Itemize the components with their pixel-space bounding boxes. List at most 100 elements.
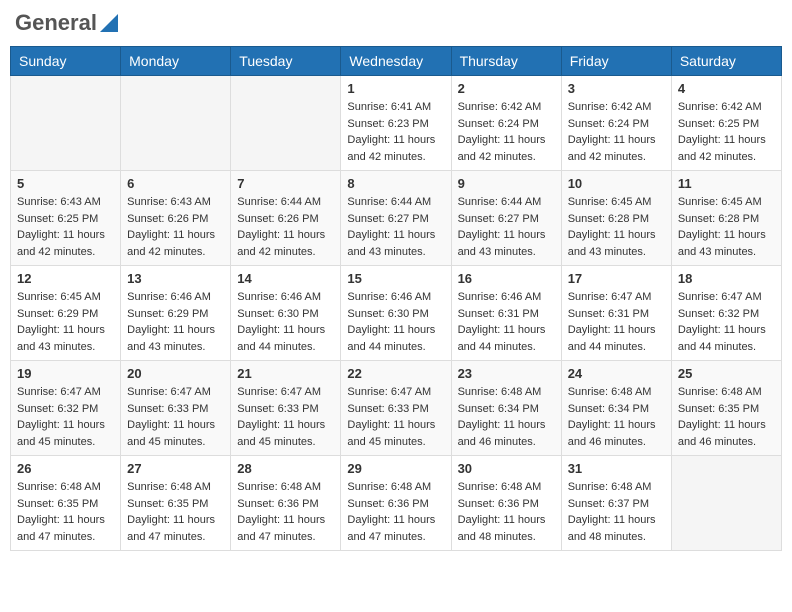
calendar-week-row: 1 Sunrise: 6:41 AM Sunset: 6:23 PM Daylig… bbox=[11, 76, 782, 171]
day-number: 2 bbox=[458, 81, 555, 96]
logo-general: General bbox=[15, 10, 97, 36]
day-info: Sunrise: 6:44 AM Sunset: 6:27 PM Dayligh… bbox=[458, 194, 555, 260]
day-number: 3 bbox=[568, 81, 665, 96]
day-info: Sunrise: 6:42 AM Sunset: 6:25 PM Dayligh… bbox=[678, 99, 775, 165]
day-of-week-header: Tuesday bbox=[231, 47, 341, 76]
day-info: Sunrise: 6:48 AM Sunset: 6:36 PM Dayligh… bbox=[458, 479, 555, 545]
day-number: 17 bbox=[568, 271, 665, 286]
logo-triangle-icon bbox=[100, 14, 118, 32]
day-info: Sunrise: 6:47 AM Sunset: 6:32 PM Dayligh… bbox=[678, 289, 775, 355]
day-number: 25 bbox=[678, 366, 775, 381]
calendar-cell: 8 Sunrise: 6:44 AM Sunset: 6:27 PM Daylig… bbox=[341, 171, 451, 266]
day-info: Sunrise: 6:48 AM Sunset: 6:34 PM Dayligh… bbox=[458, 384, 555, 450]
calendar-cell: 26 Sunrise: 6:48 AM Sunset: 6:35 PM Dayli… bbox=[11, 456, 121, 551]
calendar-cell bbox=[671, 456, 781, 551]
day-info: Sunrise: 6:47 AM Sunset: 6:33 PM Dayligh… bbox=[347, 384, 444, 450]
logo: General bbox=[15, 10, 118, 36]
calendar-cell: 30 Sunrise: 6:48 AM Sunset: 6:36 PM Dayli… bbox=[451, 456, 561, 551]
calendar-cell: 4 Sunrise: 6:42 AM Sunset: 6:25 PM Daylig… bbox=[671, 76, 781, 171]
day-info: Sunrise: 6:47 AM Sunset: 6:31 PM Dayligh… bbox=[568, 289, 665, 355]
day-info: Sunrise: 6:46 AM Sunset: 6:31 PM Dayligh… bbox=[458, 289, 555, 355]
day-info: Sunrise: 6:48 AM Sunset: 6:36 PM Dayligh… bbox=[347, 479, 444, 545]
calendar-cell: 15 Sunrise: 6:46 AM Sunset: 6:30 PM Dayli… bbox=[341, 266, 451, 361]
day-info: Sunrise: 6:48 AM Sunset: 6:34 PM Dayligh… bbox=[568, 384, 665, 450]
day-number: 18 bbox=[678, 271, 775, 286]
day-info: Sunrise: 6:45 AM Sunset: 6:28 PM Dayligh… bbox=[568, 194, 665, 260]
calendar-cell: 12Sunrise: 6:45 AM Sunset: 6:29 PM Dayli… bbox=[11, 266, 121, 361]
calendar-cell: 1 Sunrise: 6:41 AM Sunset: 6:23 PM Daylig… bbox=[341, 76, 451, 171]
calendar-cell: 23 Sunrise: 6:48 AM Sunset: 6:34 PM Dayli… bbox=[451, 361, 561, 456]
calendar-cell: 7 Sunrise: 6:44 AM Sunset: 6:26 PM Daylig… bbox=[231, 171, 341, 266]
day-info: Sunrise: 6:47 AM Sunset: 6:32 PM Dayligh… bbox=[17, 384, 114, 450]
day-number: 10 bbox=[568, 176, 665, 191]
day-number: 6 bbox=[127, 176, 224, 191]
calendar-cell: 28Sunrise: 6:48 AM Sunset: 6:36 PM Dayli… bbox=[231, 456, 341, 551]
calendar-cell: 29 Sunrise: 6:48 AM Sunset: 6:36 PM Dayli… bbox=[341, 456, 451, 551]
day-number: 8 bbox=[347, 176, 444, 191]
day-number: 31 bbox=[568, 461, 665, 476]
day-of-week-header: Saturday bbox=[671, 47, 781, 76]
day-info: Sunrise: 6:45 AM Sunset: 6:28 PM Dayligh… bbox=[678, 194, 775, 260]
day-number: 28 bbox=[237, 461, 334, 476]
day-number: 1 bbox=[347, 81, 444, 96]
day-info: Sunrise: 6:41 AM Sunset: 6:23 PM Dayligh… bbox=[347, 99, 444, 165]
calendar-cell: 3 Sunrise: 6:42 AM Sunset: 6:24 PM Daylig… bbox=[561, 76, 671, 171]
calendar-header-row: SundayMondayTuesdayWednesdayThursdayFrid… bbox=[11, 47, 782, 76]
calendar-cell: 21Sunrise: 6:47 AM Sunset: 6:33 PM Dayli… bbox=[231, 361, 341, 456]
day-info: Sunrise: 6:43 AM Sunset: 6:25 PM Dayligh… bbox=[17, 194, 114, 260]
day-info: Sunrise: 6:48 AM Sunset: 6:35 PM Dayligh… bbox=[127, 479, 224, 545]
day-number: 27 bbox=[127, 461, 224, 476]
calendar-cell: 10 Sunrise: 6:45 AM Sunset: 6:28 PM Dayli… bbox=[561, 171, 671, 266]
calendar-cell bbox=[121, 76, 231, 171]
day-info: Sunrise: 6:48 AM Sunset: 6:35 PM Dayligh… bbox=[17, 479, 114, 545]
calendar-cell: 22 Sunrise: 6:47 AM Sunset: 6:33 PM Dayli… bbox=[341, 361, 451, 456]
calendar-cell: 2 Sunrise: 6:42 AM Sunset: 6:24 PM Daylig… bbox=[451, 76, 561, 171]
day-info: Sunrise: 6:42 AM Sunset: 6:24 PM Dayligh… bbox=[458, 99, 555, 165]
day-info: Sunrise: 6:44 AM Sunset: 6:27 PM Dayligh… bbox=[347, 194, 444, 260]
day-number: 7 bbox=[237, 176, 334, 191]
day-info: Sunrise: 6:46 AM Sunset: 6:29 PM Dayligh… bbox=[127, 289, 224, 355]
day-number: 20 bbox=[127, 366, 224, 381]
calendar-week-row: 19Sunrise: 6:47 AM Sunset: 6:32 PM Dayli… bbox=[11, 361, 782, 456]
calendar-cell: 24 Sunrise: 6:48 AM Sunset: 6:34 PM Dayli… bbox=[561, 361, 671, 456]
calendar-cell: 17 Sunrise: 6:47 AM Sunset: 6:31 PM Dayli… bbox=[561, 266, 671, 361]
day-number: 29 bbox=[347, 461, 444, 476]
day-info: Sunrise: 6:44 AM Sunset: 6:26 PM Dayligh… bbox=[237, 194, 334, 260]
day-number: 5 bbox=[17, 176, 114, 191]
day-number: 21 bbox=[237, 366, 334, 381]
calendar-cell: 25 Sunrise: 6:48 AM Sunset: 6:35 PM Dayli… bbox=[671, 361, 781, 456]
day-number: 22 bbox=[347, 366, 444, 381]
day-info: Sunrise: 6:48 AM Sunset: 6:35 PM Dayligh… bbox=[678, 384, 775, 450]
calendar-cell: 27 Sunrise: 6:48 AM Sunset: 6:35 PM Dayli… bbox=[121, 456, 231, 551]
day-number: 26 bbox=[17, 461, 114, 476]
day-of-week-header: Monday bbox=[121, 47, 231, 76]
day-number: 13 bbox=[127, 271, 224, 286]
day-number: 23 bbox=[458, 366, 555, 381]
calendar-cell: 11 Sunrise: 6:45 AM Sunset: 6:28 PM Dayli… bbox=[671, 171, 781, 266]
day-number: 14 bbox=[237, 271, 334, 286]
calendar-cell bbox=[231, 76, 341, 171]
day-of-week-header: Friday bbox=[561, 47, 671, 76]
day-of-week-header: Wednesday bbox=[341, 47, 451, 76]
calendar-cell: 13 Sunrise: 6:46 AM Sunset: 6:29 PM Dayli… bbox=[121, 266, 231, 361]
calendar-cell: 18 Sunrise: 6:47 AM Sunset: 6:32 PM Dayli… bbox=[671, 266, 781, 361]
page-header: General bbox=[10, 10, 782, 36]
calendar-cell: 14Sunrise: 6:46 AM Sunset: 6:30 PM Dayli… bbox=[231, 266, 341, 361]
calendar-cell: 20Sunrise: 6:47 AM Sunset: 6:33 PM Dayli… bbox=[121, 361, 231, 456]
day-number: 4 bbox=[678, 81, 775, 96]
day-number: 24 bbox=[568, 366, 665, 381]
calendar-cell: 16Sunrise: 6:46 AM Sunset: 6:31 PM Dayli… bbox=[451, 266, 561, 361]
day-number: 30 bbox=[458, 461, 555, 476]
day-info: Sunrise: 6:46 AM Sunset: 6:30 PM Dayligh… bbox=[347, 289, 444, 355]
calendar-cell: 19Sunrise: 6:47 AM Sunset: 6:32 PM Dayli… bbox=[11, 361, 121, 456]
day-of-week-header: Sunday bbox=[11, 47, 121, 76]
day-number: 11 bbox=[678, 176, 775, 191]
calendar-week-row: 12Sunrise: 6:45 AM Sunset: 6:29 PM Dayli… bbox=[11, 266, 782, 361]
day-number: 15 bbox=[347, 271, 444, 286]
calendar-cell: 31 Sunrise: 6:48 AM Sunset: 6:37 PM Dayli… bbox=[561, 456, 671, 551]
calendar-cell: 9Sunrise: 6:44 AM Sunset: 6:27 PM Daylig… bbox=[451, 171, 561, 266]
calendar-cell bbox=[11, 76, 121, 171]
day-info: Sunrise: 6:45 AM Sunset: 6:29 PM Dayligh… bbox=[17, 289, 114, 355]
day-info: Sunrise: 6:42 AM Sunset: 6:24 PM Dayligh… bbox=[568, 99, 665, 165]
day-info: Sunrise: 6:48 AM Sunset: 6:37 PM Dayligh… bbox=[568, 479, 665, 545]
